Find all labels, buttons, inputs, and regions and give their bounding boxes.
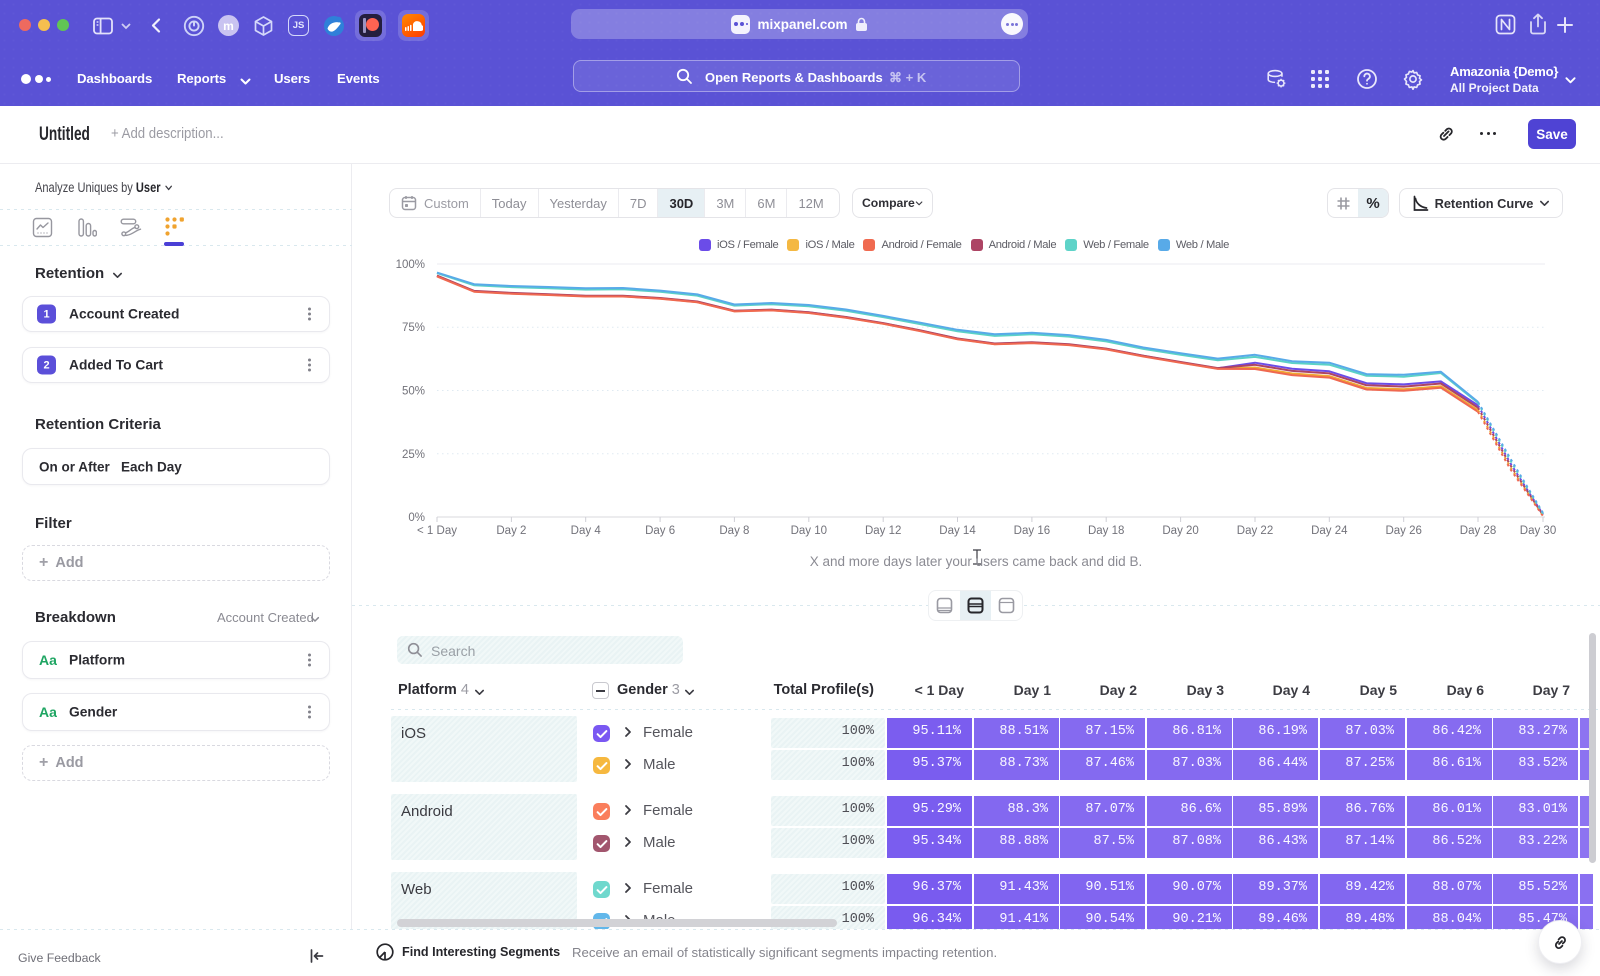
- svg-text:Day 16: Day 16: [1014, 525, 1050, 537]
- svg-text:75%: 75%: [402, 322, 425, 334]
- svg-text:Day 2: Day 2: [496, 525, 526, 537]
- svg-text:0%: 0%: [408, 512, 425, 524]
- svg-text:Day 28: Day 28: [1460, 525, 1496, 537]
- svg-text:Day 24: Day 24: [1311, 525, 1348, 537]
- svg-text:Day 26: Day 26: [1385, 525, 1421, 537]
- svg-text:Day 30: Day 30: [1520, 525, 1556, 537]
- svg-text:Day 22: Day 22: [1237, 525, 1273, 537]
- svg-text:Day 6: Day 6: [645, 525, 675, 537]
- svg-text:25%: 25%: [402, 449, 425, 461]
- svg-text:Day 14: Day 14: [939, 525, 976, 537]
- svg-text:Day 4: Day 4: [571, 525, 602, 537]
- svg-text:Day 10: Day 10: [791, 525, 827, 537]
- svg-text:< 1 Day: < 1 Day: [417, 525, 457, 537]
- svg-text:50%: 50%: [402, 386, 425, 398]
- svg-text:100%: 100%: [396, 259, 425, 271]
- svg-text:Day 18: Day 18: [1088, 525, 1124, 537]
- svg-text:Day 20: Day 20: [1162, 525, 1198, 537]
- svg-text:Day 12: Day 12: [865, 525, 901, 537]
- svg-text:Day 8: Day 8: [719, 525, 749, 537]
